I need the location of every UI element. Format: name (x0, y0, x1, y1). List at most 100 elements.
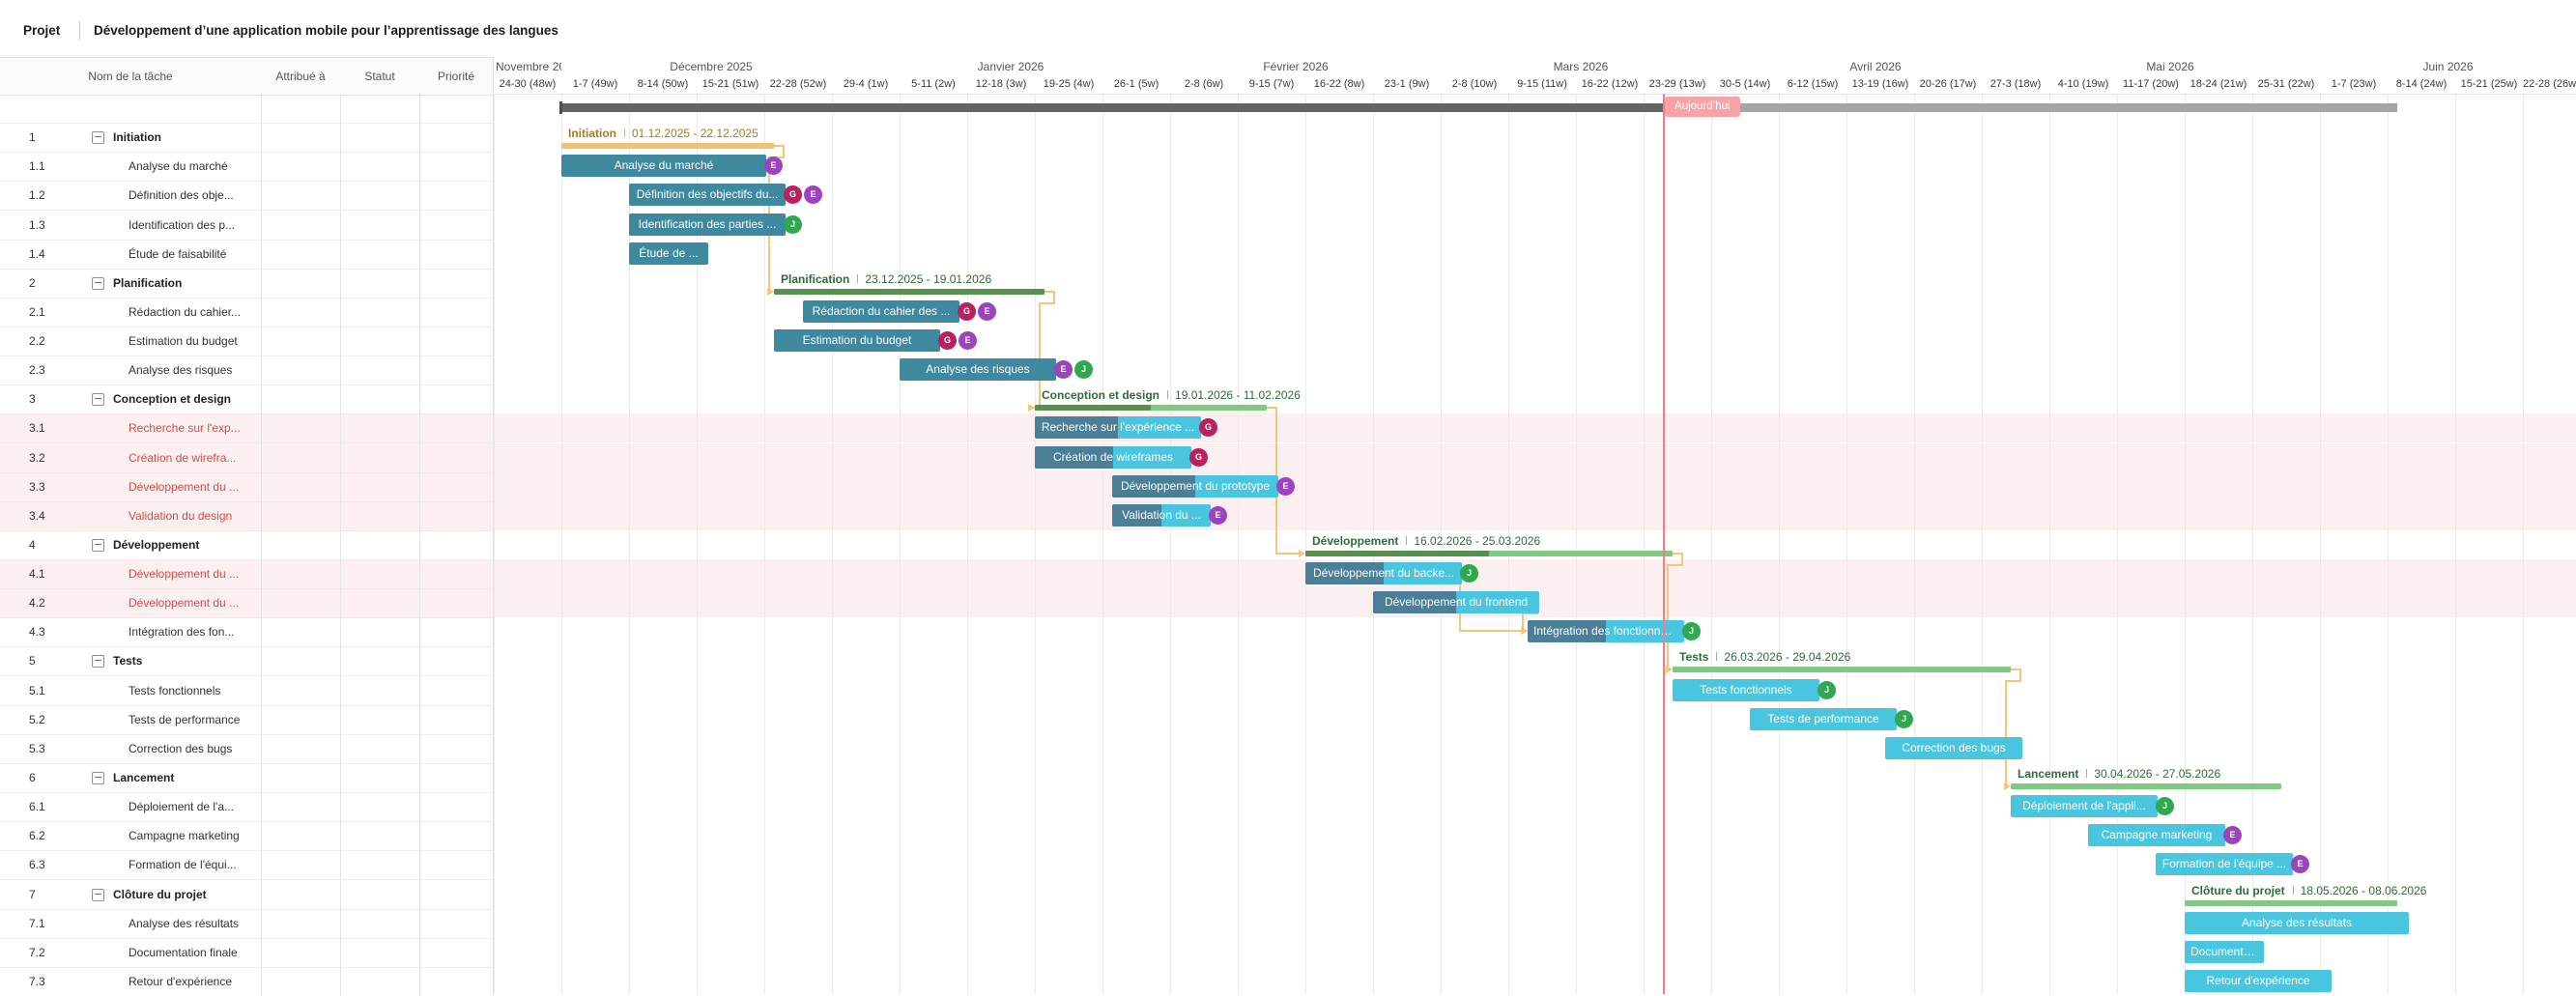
task-name-cell[interactable]: 1.3Identification des p... (0, 211, 262, 241)
task-name-cell[interactable]: 4.1Développement du ... (0, 559, 262, 589)
task-name-cell[interactable]: 3.1Recherche sur l'exp... (0, 413, 262, 443)
priority-cell[interactable]: ↑Moyen (419, 705, 494, 735)
status-cell[interactable]: Ouvert (340, 909, 420, 939)
status-cell[interactable]: Ouvert (340, 705, 420, 735)
assignee-cell[interactable]: Non attrib... (261, 967, 341, 996)
collapse-toggle-icon[interactable] (92, 277, 104, 290)
collapse-toggle-icon[interactable] (92, 539, 104, 552)
assignee-cell[interactable]: EEtien... (261, 501, 341, 531)
assignee-cell[interactable]: GGilbe... (261, 443, 341, 473)
status-cell[interactable]: En cour (340, 588, 420, 618)
summary-bar[interactable] (2185, 900, 2397, 906)
status-cell[interactable]: Ouvert (340, 938, 420, 968)
priority-cell[interactable]: ↑Moyen (419, 181, 494, 211)
summary-bar-remaining[interactable] (1151, 405, 1267, 411)
assignee-cell[interactable]: GE (261, 298, 341, 327)
priority-cell[interactable]: ↑Moyen (419, 676, 494, 706)
status-cell[interactable]: Fait (340, 152, 420, 182)
collapse-toggle-icon[interactable] (92, 655, 104, 668)
task-name-cell[interactable]: 6.1Déploiement de l'a... (0, 792, 262, 822)
summary-bar-progress[interactable] (1305, 551, 1489, 556)
priority-cell[interactable]: ↑Moyen (419, 298, 494, 327)
task-bar[interactable]: Correction des bugs (1885, 737, 2022, 759)
assignee-cell[interactable]: GE (261, 181, 341, 211)
priority-cell[interactable]: ↑Moyen (419, 734, 494, 764)
priority-cell[interactable]: ↑Moyen (419, 211, 494, 241)
task-bar[interactable]: Création de wireframes (1035, 446, 1191, 469)
assignee-cell[interactable]: EEtien... (261, 472, 341, 502)
status-cell[interactable]: En cour (340, 617, 420, 647)
priority-cell[interactable]: ↑Moyen (419, 152, 494, 182)
priority-cell[interactable]: ↑Moyen (419, 792, 494, 822)
summary-bar-progress[interactable] (1035, 405, 1151, 411)
task-name-cell[interactable]: 7.3Retour d'expérience (0, 967, 262, 996)
task-name-cell[interactable]: 2.2Estimation du budget (0, 327, 262, 356)
task-name-cell[interactable]: 5.2Tests de performance (0, 705, 262, 735)
task-name-cell[interactable]: 3.2Création de wirefra... (0, 443, 262, 473)
priority-cell[interactable]: ↑Haut (419, 559, 494, 589)
task-bar[interactable]: Validation du ... (1112, 504, 1211, 526)
task-bar[interactable]: Retour d'expérience (2185, 970, 2332, 992)
task-name-cell[interactable]: 3.4Validation du design (0, 501, 262, 531)
status-cell[interactable]: Ouvert (340, 850, 420, 880)
status-cell[interactable]: Ouvert (340, 734, 420, 764)
status-cell[interactable]: Fait (340, 356, 420, 385)
task-bar[interactable]: Analyse des résultats (2185, 912, 2409, 934)
assignee-cell[interactable]: EEtien... (261, 152, 341, 182)
task-bar[interactable]: Recherche sur l'expérience ... (1035, 416, 1201, 439)
priority-cell[interactable]: ↑Le plus é (419, 413, 494, 443)
collapse-toggle-icon[interactable] (92, 393, 104, 406)
priority-cell[interactable]: ↑Moyen (419, 938, 494, 968)
assignee-cell[interactable]: Non attrib... (261, 909, 341, 939)
task-bar[interactable]: Analyse du marché (561, 155, 766, 177)
task-name-cell[interactable]: 3.3Développement du ... (0, 472, 262, 502)
task-bar[interactable]: Campagne marketing (2088, 824, 2225, 846)
summary-bar-remaining[interactable] (1489, 551, 1673, 556)
assignee-cell[interactable]: EJ (261, 356, 341, 385)
task-bar[interactable]: Définition des objectifs du... (629, 184, 786, 206)
assignee-cell[interactable]: Non attrib... (261, 734, 341, 764)
status-cell[interactable]: Fait (340, 240, 420, 270)
status-cell[interactable]: En cour (340, 559, 420, 589)
task-name-cell[interactable]: 4.3Intégration des fon... (0, 617, 262, 647)
task-name-cell[interactable]: 7.2Documentation finale (0, 938, 262, 968)
status-cell[interactable]: En cour (340, 413, 420, 443)
task-bar[interactable]: Documentat... (2185, 941, 2264, 963)
status-cell[interactable]: Ouvert (340, 821, 420, 851)
task-name-cell[interactable]: 5.3Correction des bugs (0, 734, 262, 764)
priority-cell[interactable]: ↑Moyen (419, 967, 494, 996)
priority-cell[interactable]: ↑Haut (419, 588, 494, 618)
priority-cell[interactable]: ↑Moyen (419, 617, 494, 647)
summary-bar[interactable] (1673, 667, 2011, 672)
priority-cell[interactable]: ↑Moyen (419, 240, 494, 270)
status-cell[interactable]: En cour (340, 472, 420, 502)
task-bar[interactable]: Tests fonctionnels (1673, 679, 1819, 701)
assignee-cell[interactable]: Non attrib... (261, 938, 341, 968)
assignee-cell[interactable]: EEtien... (261, 821, 341, 851)
assignee-cell[interactable]: GE (261, 327, 341, 356)
task-bar[interactable]: Développement du backe... (1305, 562, 1462, 584)
task-name-cell[interactable]: 1.1Analyse du marché (0, 152, 262, 182)
assignee-cell[interactable]: Non attrib... (261, 240, 341, 270)
task-name-cell[interactable]: 6.2Campagne marketing (0, 821, 262, 851)
priority-cell[interactable]: ↑Moyen (419, 909, 494, 939)
status-cell[interactable]: Fait (340, 181, 420, 211)
task-bar[interactable]: Développement du frontend (1373, 591, 1539, 613)
assignee-cell[interactable]: JJean... (261, 705, 341, 735)
assignee-cell[interactable]: JJean... (261, 559, 341, 589)
assignee-cell[interactable]: JJean... (261, 617, 341, 647)
status-cell[interactable]: Ouvert (340, 967, 420, 996)
assignee-cell[interactable]: JJean... (261, 792, 341, 822)
task-bar[interactable]: Étude de ... (629, 242, 708, 265)
task-bar[interactable]: Estimation du budget (774, 329, 940, 352)
summary-bar[interactable] (561, 143, 774, 149)
assignee-cell[interactable]: JJean... (261, 676, 341, 706)
priority-cell[interactable]: ↑Moyen (419, 850, 494, 880)
task-name-cell[interactable]: 7.1Analyse des résultats (0, 909, 262, 939)
task-name-cell[interactable]: 4.2Développement du ... (0, 588, 262, 618)
status-cell[interactable]: En cour (340, 501, 420, 531)
priority-cell[interactable]: ↑Moyen (419, 501, 494, 531)
task-name-cell[interactable]: 2.3Analyse des risques (0, 356, 262, 385)
assignee-cell[interactable]: EEtien... (261, 850, 341, 880)
task-name-cell[interactable]: 1.2Définition des obje... (0, 181, 262, 211)
